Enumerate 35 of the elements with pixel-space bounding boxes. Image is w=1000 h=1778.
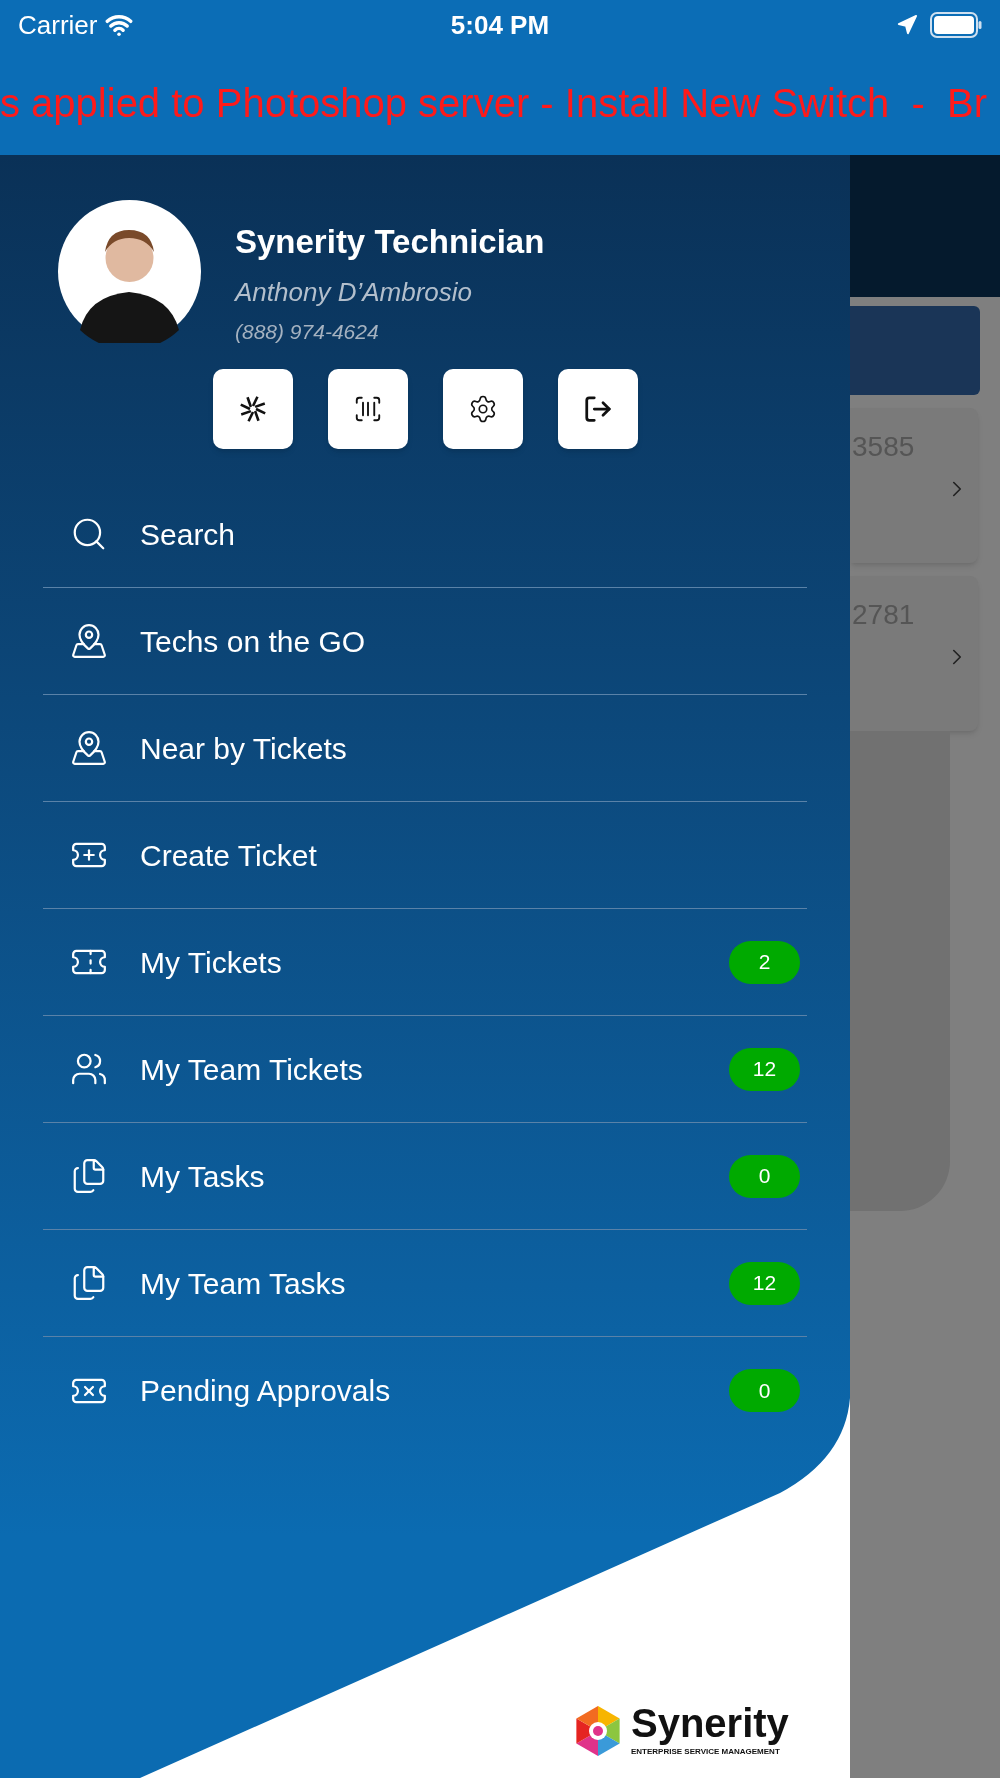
logo-wordmark: Synerity (631, 1703, 789, 1743)
menu-item[interactable]: Techs on the GO (140, 618, 800, 664)
count-badge: 12 (729, 1047, 800, 1091)
logout-icon (583, 394, 613, 424)
menu-item[interactable]: Near by Tickets (140, 725, 800, 771)
map-pin-icon (70, 622, 108, 660)
logo-tagline: ENTERPRISE SERVICE MANAGEMENT (631, 1746, 781, 1758)
menu-item[interactable]: My Tasks (140, 1153, 729, 1199)
count-badge: 2 (729, 940, 800, 984)
menu-item[interactable]: My Team Tasks (140, 1260, 729, 1306)
menu-item[interactable]: My Team Tickets (140, 1046, 729, 1092)
settings-icon (468, 394, 498, 424)
barcode-icon (353, 394, 383, 424)
news-ticker: s applied to Photoshop server - Install New Switch - Br (0, 79, 988, 127)
count-badge: 0 (729, 1154, 800, 1198)
location-icon (896, 14, 918, 36)
menu-item[interactable]: Pending Approvals (140, 1368, 729, 1413)
clock: 5:04 PM (450, 8, 550, 42)
quick-action-button[interactable] (213, 369, 293, 449)
battery-icon (930, 12, 982, 38)
menu-item[interactable]: My Tickets (140, 939, 729, 985)
user-role: Synerity Technician (235, 222, 545, 262)
count-badge: 12 (729, 1261, 800, 1305)
user-name: Anthony D’Ambrosio (235, 275, 473, 309)
carrier-label: Carrier (18, 8, 98, 42)
quick-action-button[interactable] (328, 369, 408, 449)
menu-item[interactable]: Create Ticket (140, 832, 800, 878)
quick-action-button[interactable] (558, 369, 638, 449)
map-pin-icon (70, 729, 108, 767)
count-badge: 0 (729, 1369, 800, 1412)
menu-item[interactable]: Search (140, 511, 800, 557)
quick-action-button[interactable] (443, 369, 523, 449)
user-phone: (888) 974-4624 (235, 318, 380, 345)
starburst-icon (238, 394, 268, 424)
logo-icon (575, 1705, 621, 1756)
